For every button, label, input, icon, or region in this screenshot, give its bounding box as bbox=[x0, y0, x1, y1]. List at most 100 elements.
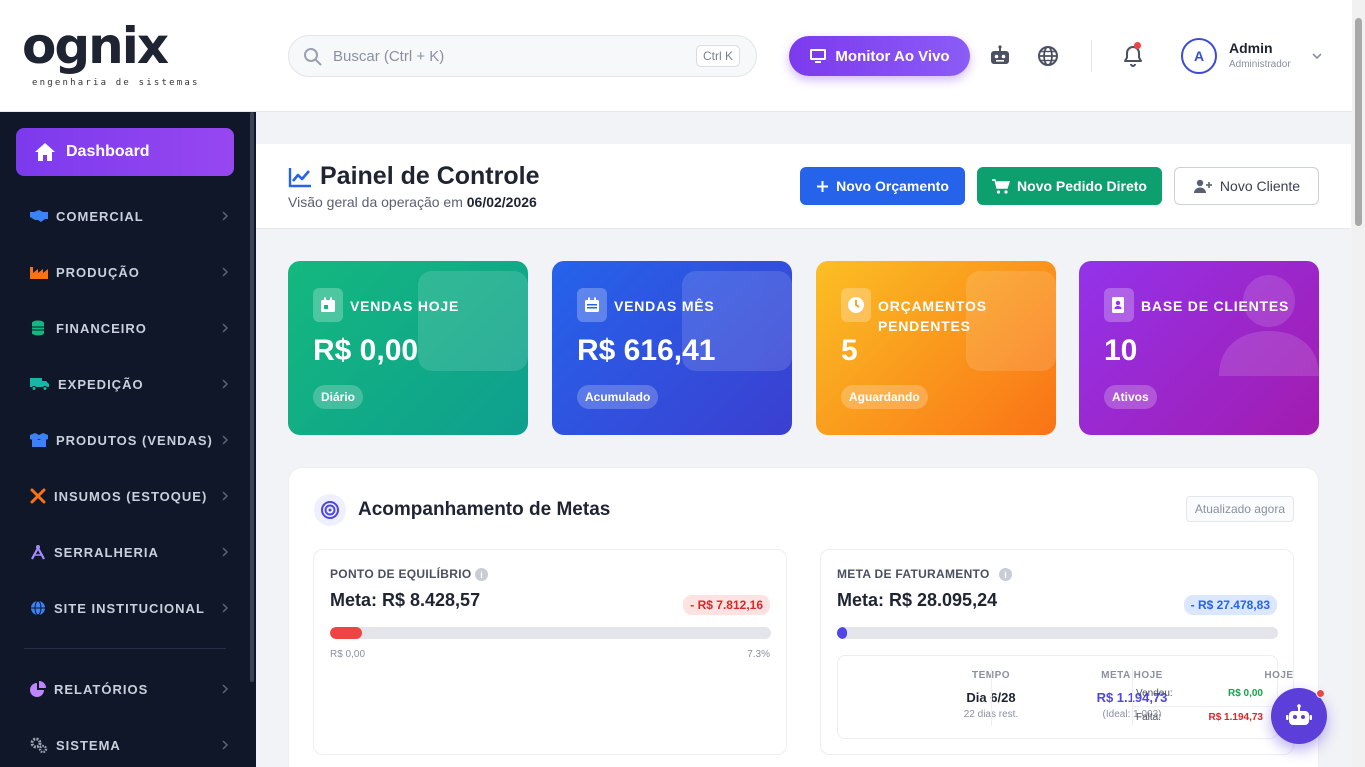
page-scrollbar[interactable] bbox=[1352, 0, 1365, 767]
sidebar-item-comercial[interactable]: COMERCIAL bbox=[30, 206, 230, 226]
progress-track bbox=[837, 627, 1278, 639]
sidebar-item-label: SISTEMA bbox=[56, 737, 121, 753]
bell-icon[interactable] bbox=[1121, 44, 1145, 68]
monitor-ao-vivo-button[interactable]: Monitor Ao Vivo bbox=[789, 36, 970, 76]
sidebar-item-label: FINANCEIRO bbox=[56, 320, 147, 336]
coins-icon bbox=[32, 320, 44, 336]
falta-row: Falta: R$ 1.194,73 bbox=[1132, 712, 1279, 723]
page-header: Painel de Controle Visão geral da operaç… bbox=[256, 144, 1351, 229]
chevron-right-icon bbox=[222, 267, 229, 277]
user-plus-icon bbox=[1193, 179, 1212, 193]
button-label: Novo Pedido Direto bbox=[1017, 178, 1147, 194]
subtitle-date: 06/02/2026 bbox=[466, 194, 537, 210]
chevron-right-icon bbox=[222, 435, 229, 445]
updated-badge: Atualizado agora bbox=[1185, 496, 1294, 522]
sidebar-item-site-institucional[interactable]: SITE INSTITUCIONAL bbox=[30, 598, 230, 618]
sidebar-item-serralheria[interactable]: SERRALHERIA bbox=[30, 542, 230, 562]
avatar[interactable]: A bbox=[1181, 38, 1217, 74]
target-icon bbox=[314, 494, 346, 526]
boxes-icon bbox=[30, 433, 48, 447]
compass-icon bbox=[31, 545, 45, 560]
chevron-right-icon bbox=[222, 740, 229, 750]
progress-fill bbox=[330, 627, 363, 639]
calendar-icon bbox=[577, 288, 607, 322]
gears-icon bbox=[30, 737, 48, 753]
stat-card-vendas-hoje[interactable]: VENDAS HOJE R$ 0,00 Diário bbox=[288, 261, 528, 435]
cart-icon bbox=[992, 178, 1011, 194]
sidebar-item-expedicao[interactable]: EXPEDIÇÃO bbox=[30, 374, 230, 394]
sidebar-item-insumos[interactable]: INSUMOS (ESTOQUE) bbox=[30, 486, 230, 506]
stat-badge: Acumulado bbox=[577, 385, 659, 409]
notification-badge bbox=[1134, 42, 1141, 49]
progress-fill bbox=[837, 627, 847, 639]
user-name[interactable]: Admin bbox=[1229, 40, 1273, 56]
plus-icon bbox=[817, 180, 829, 192]
sidebar: Dashboard COMERCIAL PRODUÇÃO FINANCEIRO … bbox=[0, 112, 256, 767]
dashboard-label: Dashboard bbox=[66, 143, 150, 160]
user-role: Administrador bbox=[1229, 59, 1291, 70]
robot-icon bbox=[1286, 704, 1312, 725]
progress-track bbox=[330, 627, 771, 639]
stat-card-vendas-mes[interactable]: VENDAS MÊS R$ 616,41 Acumulado bbox=[552, 261, 792, 435]
sidebar-item-relatorios[interactable]: RELATÓRIOS bbox=[30, 679, 230, 699]
stat-label: VENDAS MÊS bbox=[614, 298, 715, 314]
search-icon bbox=[304, 48, 322, 66]
tempo-column: TEMPO Dia 6/28 22 dias rest. bbox=[838, 656, 1018, 740]
novo-orcamento-button[interactable]: Novo Orçamento bbox=[800, 167, 965, 205]
falta-label: Falta: bbox=[1136, 712, 1162, 723]
scrollbar-thumb[interactable] bbox=[1355, 18, 1362, 226]
stat-card-orcamentos-pendentes[interactable]: ORÇAMENTOS PENDENTES 5 Aguardando bbox=[816, 261, 1056, 435]
vendeu-row: Vendeu: R$ 0,00 bbox=[1132, 688, 1279, 699]
novo-cliente-button[interactable]: Novo Cliente bbox=[1174, 167, 1319, 205]
calendar-icon bbox=[313, 288, 343, 322]
robot-icon[interactable] bbox=[988, 44, 1012, 68]
page-subtitle: Visão geral da operação em 06/02/2026 bbox=[288, 194, 537, 210]
sidebar-item-sistema[interactable]: SISTEMA bbox=[30, 735, 230, 755]
stat-badge: Diário bbox=[313, 385, 364, 409]
stat-card-base-clientes[interactable]: BASE DE CLIENTES 10 Ativos bbox=[1079, 261, 1319, 435]
search-placeholder: Buscar (Ctrl + K) bbox=[333, 48, 445, 65]
chatbot-notification-badge bbox=[1316, 689, 1325, 698]
novo-pedido-direto-button[interactable]: Novo Pedido Direto bbox=[977, 167, 1162, 205]
chevron-right-icon bbox=[222, 491, 229, 501]
logo-tagline: engenharia de sistemas bbox=[32, 78, 200, 88]
chevron-right-icon bbox=[222, 323, 229, 333]
goal-meta: Meta: R$ 8.428,57 bbox=[330, 590, 481, 610]
sidebar-item-produtos[interactable]: PRODUTOS (VENDAS) bbox=[30, 430, 230, 450]
home-icon bbox=[35, 143, 55, 161]
stat-badge: Ativos bbox=[1104, 385, 1157, 409]
stat-value: R$ 616,41 bbox=[577, 334, 716, 367]
chevron-down-icon[interactable] bbox=[1311, 50, 1323, 62]
sidebar-item-dashboard[interactable]: Dashboard bbox=[16, 128, 234, 176]
vendeu-value: R$ 0,00 bbox=[1227, 688, 1263, 699]
globe-icon[interactable] bbox=[1036, 44, 1060, 68]
chevron-right-icon bbox=[222, 684, 229, 694]
meta-hoje-column: META HOJE R$ 1.194,73 (Ideal: 1.003) bbox=[991, 656, 1168, 740]
address-book-icon bbox=[1104, 288, 1134, 322]
goal-diff-badge: - R$ 7.812,16 bbox=[683, 595, 770, 615]
hoje-column: HOJE Vendeu: R$ 0,00 Falta: R$ 1.194,73 bbox=[1132, 656, 1293, 740]
sidebar-item-label: PRODUÇÃO bbox=[56, 264, 140, 280]
sidebar-item-producao[interactable]: PRODUÇÃO bbox=[30, 262, 230, 282]
pie-chart-icon bbox=[30, 681, 46, 697]
chevron-right-icon bbox=[222, 547, 229, 557]
sidebar-scrollbar[interactable] bbox=[250, 112, 254, 682]
goal-card-ponto-equilibrio: PONTO DE EQUILÍBRIO i Meta: R$ 8.428,57 … bbox=[313, 549, 787, 755]
brand-logo[interactable]: ognix engenharia de sistemas bbox=[22, 20, 222, 90]
daily-goal-summary: TEMPO Dia 6/28 22 dias rest. META HOJE R… bbox=[837, 655, 1293, 740]
goals-panel: Acompanhamento de Metas Atualizado agora… bbox=[288, 467, 1319, 767]
button-label: Novo Cliente bbox=[1219, 178, 1301, 194]
info-icon[interactable]: i bbox=[999, 568, 1012, 581]
main-content: Painel de Controle Visão geral da operaç… bbox=[256, 112, 1351, 767]
tools-icon bbox=[30, 488, 46, 504]
stat-value: R$ 0,00 bbox=[313, 334, 419, 367]
subtitle-text: Visão geral da operação em bbox=[288, 194, 463, 210]
stat-value: 10 bbox=[1104, 334, 1138, 367]
goal-diff-badge: - R$ 27.478,83 bbox=[1183, 595, 1277, 615]
search-input[interactable]: Buscar (Ctrl + K) Ctrl K bbox=[288, 35, 757, 77]
page-title: Painel de Controle bbox=[320, 162, 540, 190]
info-icon[interactable]: i bbox=[475, 568, 488, 581]
progress-percent-label: 7.3% bbox=[747, 649, 770, 660]
sidebar-item-financeiro[interactable]: FINANCEIRO bbox=[30, 318, 230, 338]
chevron-right-icon bbox=[222, 603, 229, 613]
